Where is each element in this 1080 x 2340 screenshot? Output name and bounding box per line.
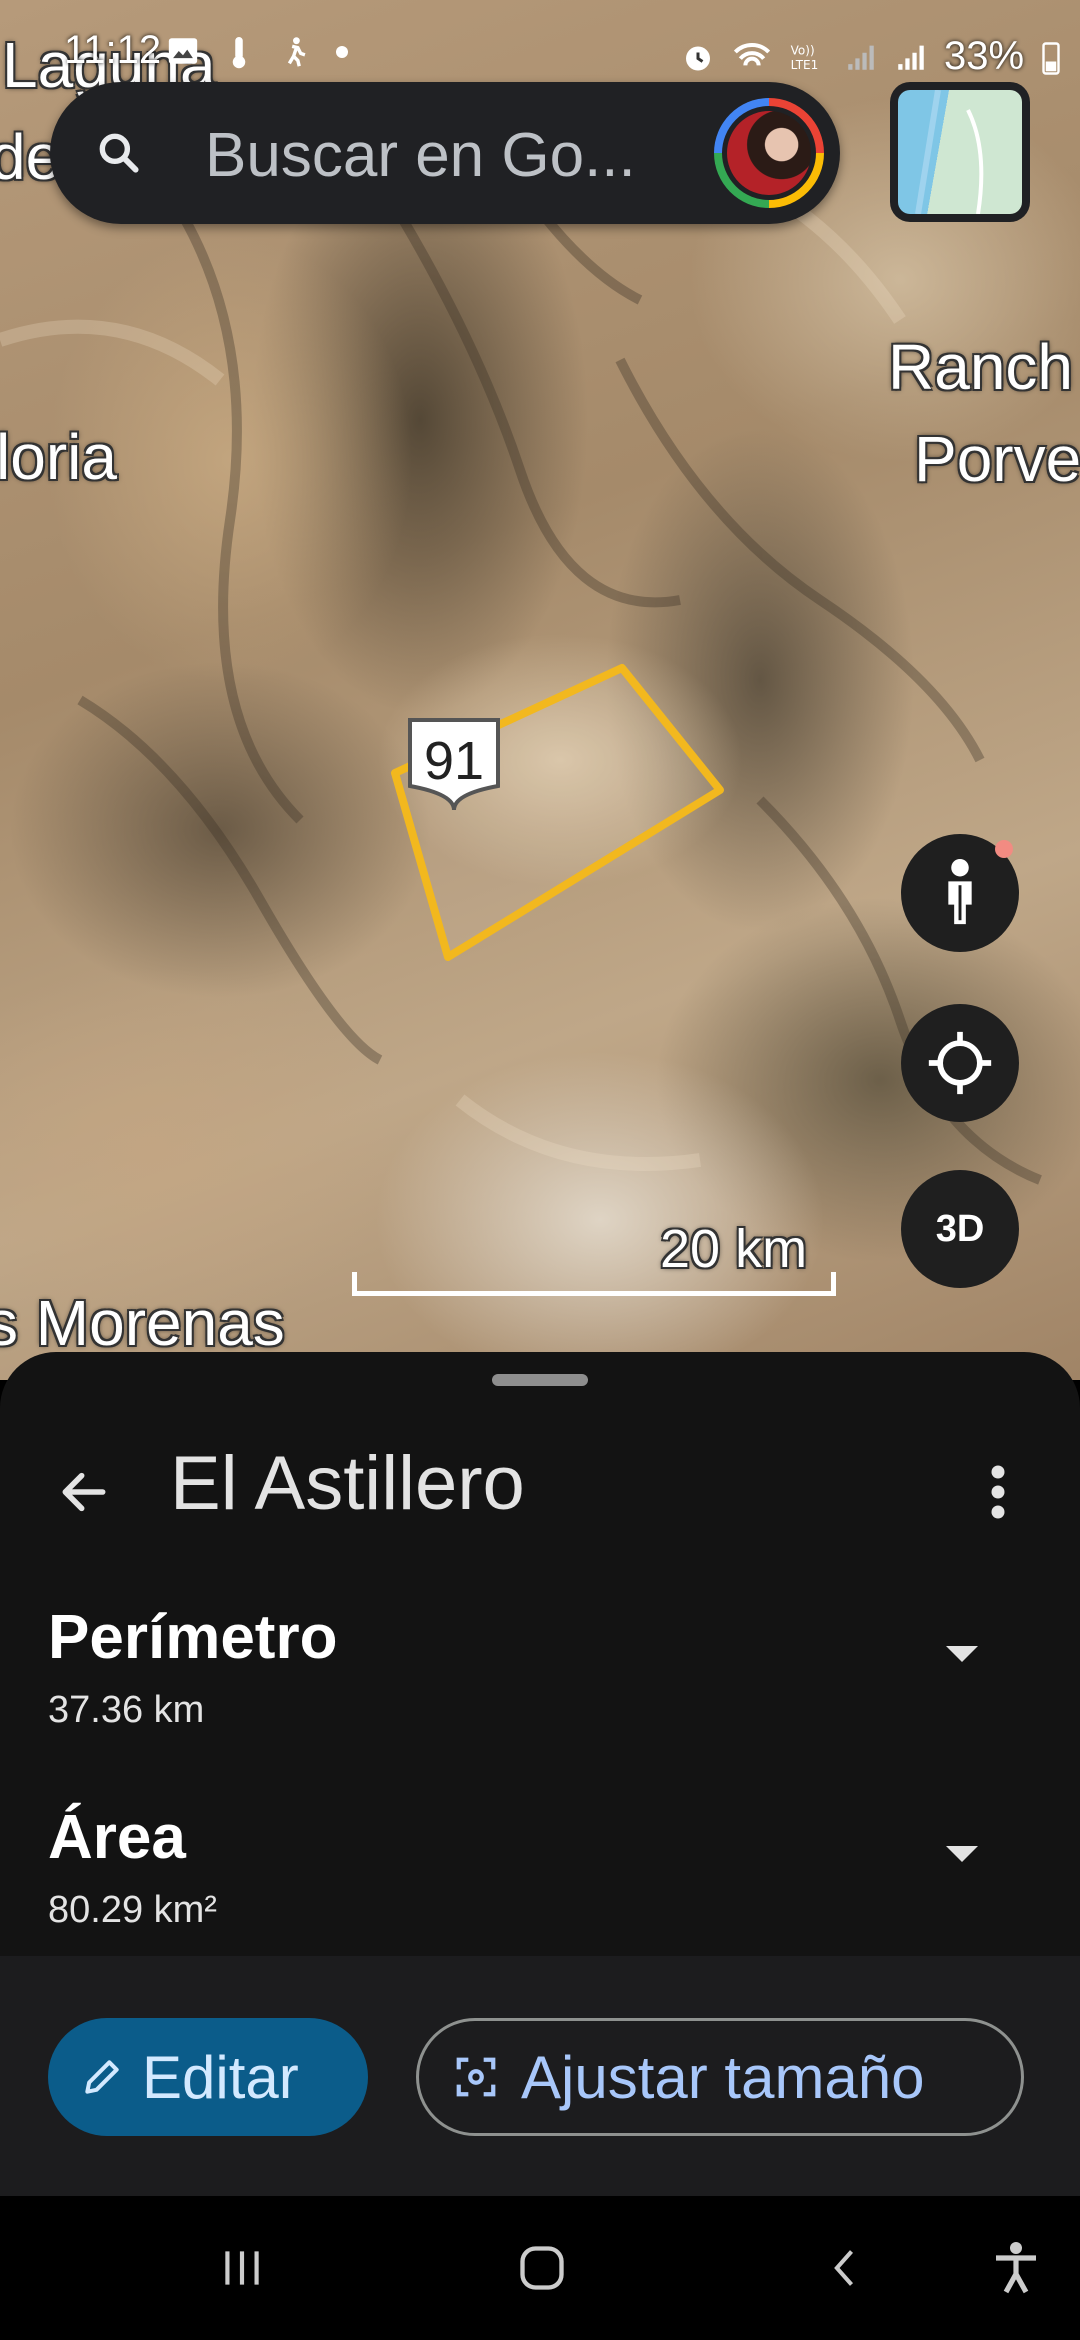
map-layers-button[interactable] (890, 82, 1030, 222)
wifi-icon (733, 42, 771, 66)
road-shield-91: 91 (404, 712, 504, 812)
walking-icon (287, 37, 306, 67)
fit-size-button[interactable]: Ajustar tamaño (416, 2018, 1024, 2136)
alarm-icon (686, 46, 710, 70)
area-value: 80.29 km² (48, 1889, 217, 1931)
status-icons-right: Vo)) LTE1 33% (680, 34, 1062, 79)
home-icon (520, 2246, 564, 2290)
street-view-icon (948, 858, 972, 925)
map-scale-label: 20 km (660, 1219, 808, 1279)
status-time: 11:12 (64, 28, 162, 72)
area-label: Área (48, 1803, 186, 1872)
svg-text:LTE1: LTE1 (791, 58, 819, 72)
more-options-button[interactable] (958, 1452, 1038, 1532)
street-view-button[interactable] (901, 834, 1019, 952)
3d-button[interactable]: 3D (901, 1170, 1019, 1288)
back-button[interactable] (44, 1452, 124, 1532)
arrow-back-icon (62, 1472, 106, 1512)
satellite-map[interactable]: 91 Laguna de loria Ranch Porve s Morenas… (0, 0, 1080, 1380)
3d-button-label: 3D (935, 1207, 985, 1250)
battery-icon (1042, 41, 1060, 75)
my-location-button[interactable] (901, 1004, 1019, 1122)
area-row[interactable]: Área 80.29 km² (48, 1802, 1048, 1932)
back-nav-button[interactable] (806, 2232, 886, 2304)
home-button[interactable] (502, 2232, 582, 2304)
signal-icon-1 (848, 45, 874, 70)
perimeter-label: Perímetro (48, 1603, 338, 1672)
edit-button[interactable]: Editar (48, 2018, 368, 2136)
perimeter-value: 37.36 km (48, 1689, 205, 1731)
accessibility-icon (996, 2242, 1036, 2294)
search-input[interactable]: Buscar en Go... (205, 120, 636, 191)
status-battery-percent: 33% (944, 34, 1025, 78)
place-title: El Astillero (170, 1441, 525, 1526)
chevron-left-icon (834, 2250, 854, 2286)
signal-icon-2 (898, 45, 924, 70)
search-bar[interactable]: Buscar en Go... (50, 82, 840, 224)
fit-size-button-label: Ajustar tamaño (521, 2043, 925, 2111)
perimeter-dropdown-icon[interactable] (946, 1646, 978, 1662)
account-avatar[interactable] (714, 98, 824, 208)
map-label-morenas: s Morenas (0, 1287, 285, 1359)
status-icons-left (166, 34, 348, 70)
recent-apps-icon (225, 2251, 259, 2285)
area-dropdown-icon[interactable] (946, 1846, 978, 1862)
action-bar: Editar Ajustar tamaño (0, 1956, 1080, 2196)
more-vert-icon (991, 1465, 1005, 1519)
search-icon (99, 133, 139, 173)
svg-text:Vo)): Vo)) (791, 43, 815, 57)
volte-icon: Vo))LTE1 (791, 43, 819, 72)
road-shield-label: 91 (423, 731, 485, 791)
fit-screen-icon (456, 2057, 496, 2097)
my-location-icon (928, 1031, 992, 1095)
map-label-ranch: Ranch (888, 331, 1073, 403)
map-layers-thumbnail (898, 90, 1022, 214)
thermometer-icon (232, 37, 246, 69)
image-icon (168, 38, 198, 64)
map-label-porve: Porve (914, 423, 1080, 495)
perimeter-row[interactable]: Perímetro 37.36 km (48, 1602, 1048, 1732)
accessibility-button[interactable] (976, 2232, 1056, 2304)
recent-apps-button[interactable] (202, 2232, 282, 2304)
pencil-icon (85, 2060, 119, 2094)
edit-button-label: Editar (142, 2043, 299, 2111)
system-nav-bar (0, 2196, 1080, 2340)
street-view-notification-dot (995, 840, 1013, 858)
sheet-drag-handle[interactable] (492, 1374, 588, 1386)
map-scale-bar (352, 1272, 836, 1296)
map-label-loria: loria (0, 421, 117, 493)
notification-dot-icon (336, 46, 348, 58)
